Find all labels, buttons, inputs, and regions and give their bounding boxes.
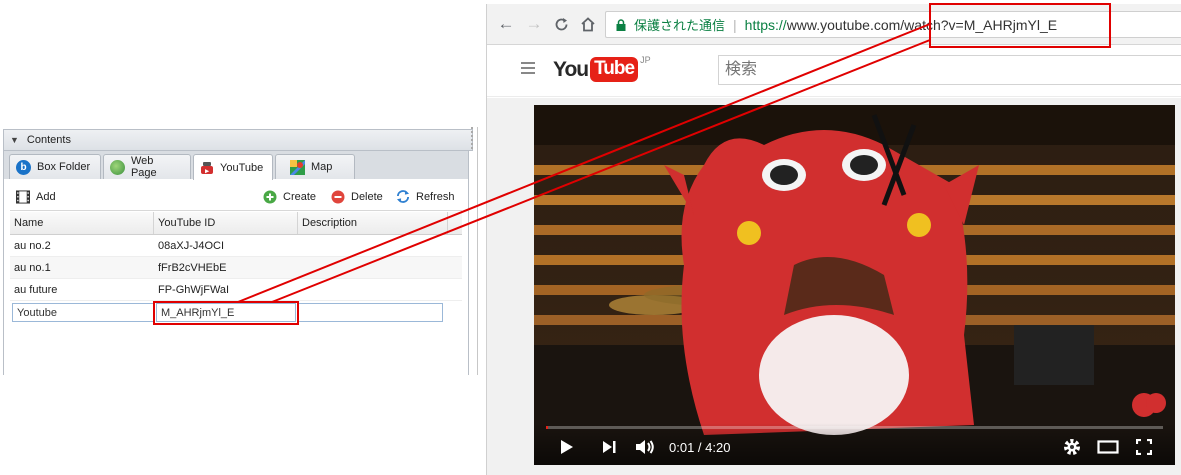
separator: | (733, 16, 737, 33)
cell-description (298, 257, 448, 278)
cell-description (298, 235, 448, 256)
table-row[interactable]: au no.2 08aXJ-J4OCI (10, 235, 462, 257)
settings-icon[interactable] (1062, 437, 1082, 457)
home-icon[interactable] (577, 13, 599, 35)
resize-grip[interactable] (471, 127, 475, 149)
forward-arrow-icon[interactable]: → (523, 13, 545, 35)
minus-circle-icon (331, 190, 345, 204)
panel-header[interactable]: ▼ Contents (3, 129, 473, 151)
film-icon (16, 189, 30, 204)
url-protocol: https:// (744, 16, 787, 33)
column-header-description[interactable]: Description (298, 212, 448, 234)
youtube-logo[interactable]: You Tube JP (553, 55, 651, 82)
cell-name: au future (14, 283, 58, 296)
tab-label: Map (311, 161, 333, 173)
grid-toolbar: Add Create Delete Refresh (10, 183, 462, 211)
grid-header: Name YouTube ID Description (10, 212, 462, 235)
column-header-youtube-id[interactable]: YouTube ID (154, 212, 298, 234)
logo-tube: Tube (590, 57, 639, 82)
lock-icon (616, 18, 626, 31)
cell-youtube-id: fFrB2cVHEbE (158, 261, 227, 274)
fullscreen-icon[interactable] (1134, 437, 1154, 457)
refresh-icon (396, 190, 410, 204)
tab-label: Box Folder (37, 161, 91, 173)
back-arrow-icon[interactable]: ← (495, 13, 517, 35)
logo-region: JP (640, 55, 651, 65)
youtube-icon: ▶ (200, 160, 214, 175)
tab-youtube[interactable]: ▶ YouTube (193, 154, 273, 180)
video-frame (534, 105, 1175, 465)
delete-button[interactable]: Delete (331, 190, 383, 204)
youtube-masthead: You Tube JP (487, 45, 1181, 97)
cell-youtube-id: FP-GhWjFWaI (158, 283, 230, 296)
next-icon[interactable] (600, 437, 618, 457)
play-icon[interactable] (558, 437, 576, 457)
logo-you: You (553, 57, 589, 81)
panel-border (468, 179, 469, 375)
url-highlight-box (929, 3, 1111, 48)
tab-box-folder[interactable]: b Box Folder (9, 154, 101, 179)
cell-description (298, 279, 448, 300)
time-display: 0:01 / 4:20 (669, 440, 731, 455)
panel-title: Contents (26, 134, 71, 146)
plus-circle-icon (263, 190, 277, 204)
progress-bar[interactable] (546, 426, 1163, 429)
panel-border (3, 179, 4, 375)
table-row[interactable]: au no.1 fFrB2cVHEbE (10, 257, 462, 279)
add-label: Add (36, 190, 56, 203)
add-button[interactable]: Add (16, 189, 56, 204)
cell-youtube-id: 08aXJ-J4OCI (158, 239, 225, 252)
map-icon (290, 159, 305, 175)
cell-name: au no.2 (14, 239, 51, 252)
cell-highlight-box (153, 301, 299, 325)
contents-panel: ▼ Contents b Box Folder Web Page ▶ YouTu… (0, 127, 478, 375)
tab-label: Web Page (130, 155, 157, 179)
volume-icon[interactable] (634, 437, 656, 457)
globe-icon (110, 159, 125, 175)
secure-label: 保護された通信 (634, 18, 726, 33)
column-header-name[interactable]: Name (10, 212, 154, 234)
menu-icon[interactable] (521, 62, 535, 74)
tab-map[interactable]: Map (275, 154, 355, 179)
progress-fill (546, 426, 549, 429)
refresh-label: Refresh (416, 190, 455, 203)
box-icon: b (16, 159, 31, 175)
refresh-button[interactable]: Refresh (396, 190, 455, 204)
video-player[interactable]: 0:01 / 4:20 (534, 105, 1175, 465)
reload-icon[interactable] (550, 13, 572, 35)
description-edit-field[interactable] (297, 303, 443, 322)
browser-window: ← → 保護された通信 | https:// www.youtube.com/w… (486, 4, 1181, 475)
tab-web-page[interactable]: Web Page (103, 154, 191, 179)
create-button[interactable]: Create (263, 190, 316, 204)
name-edit-field[interactable] (12, 303, 155, 322)
create-label: Create (283, 190, 317, 203)
theater-mode-icon[interactable] (1096, 437, 1120, 457)
delete-label: Delete (351, 190, 383, 203)
tab-label: YouTube (220, 161, 264, 174)
search-input[interactable] (718, 55, 1181, 85)
tab-strip: b Box Folder Web Page ▶ YouTube Map (3, 151, 469, 180)
collapse-chevron-icon[interactable]: ▼ (10, 135, 19, 145)
table-row[interactable]: au future FP-GhWjFWaI (10, 279, 462, 301)
cell-name: au no.1 (14, 261, 51, 274)
